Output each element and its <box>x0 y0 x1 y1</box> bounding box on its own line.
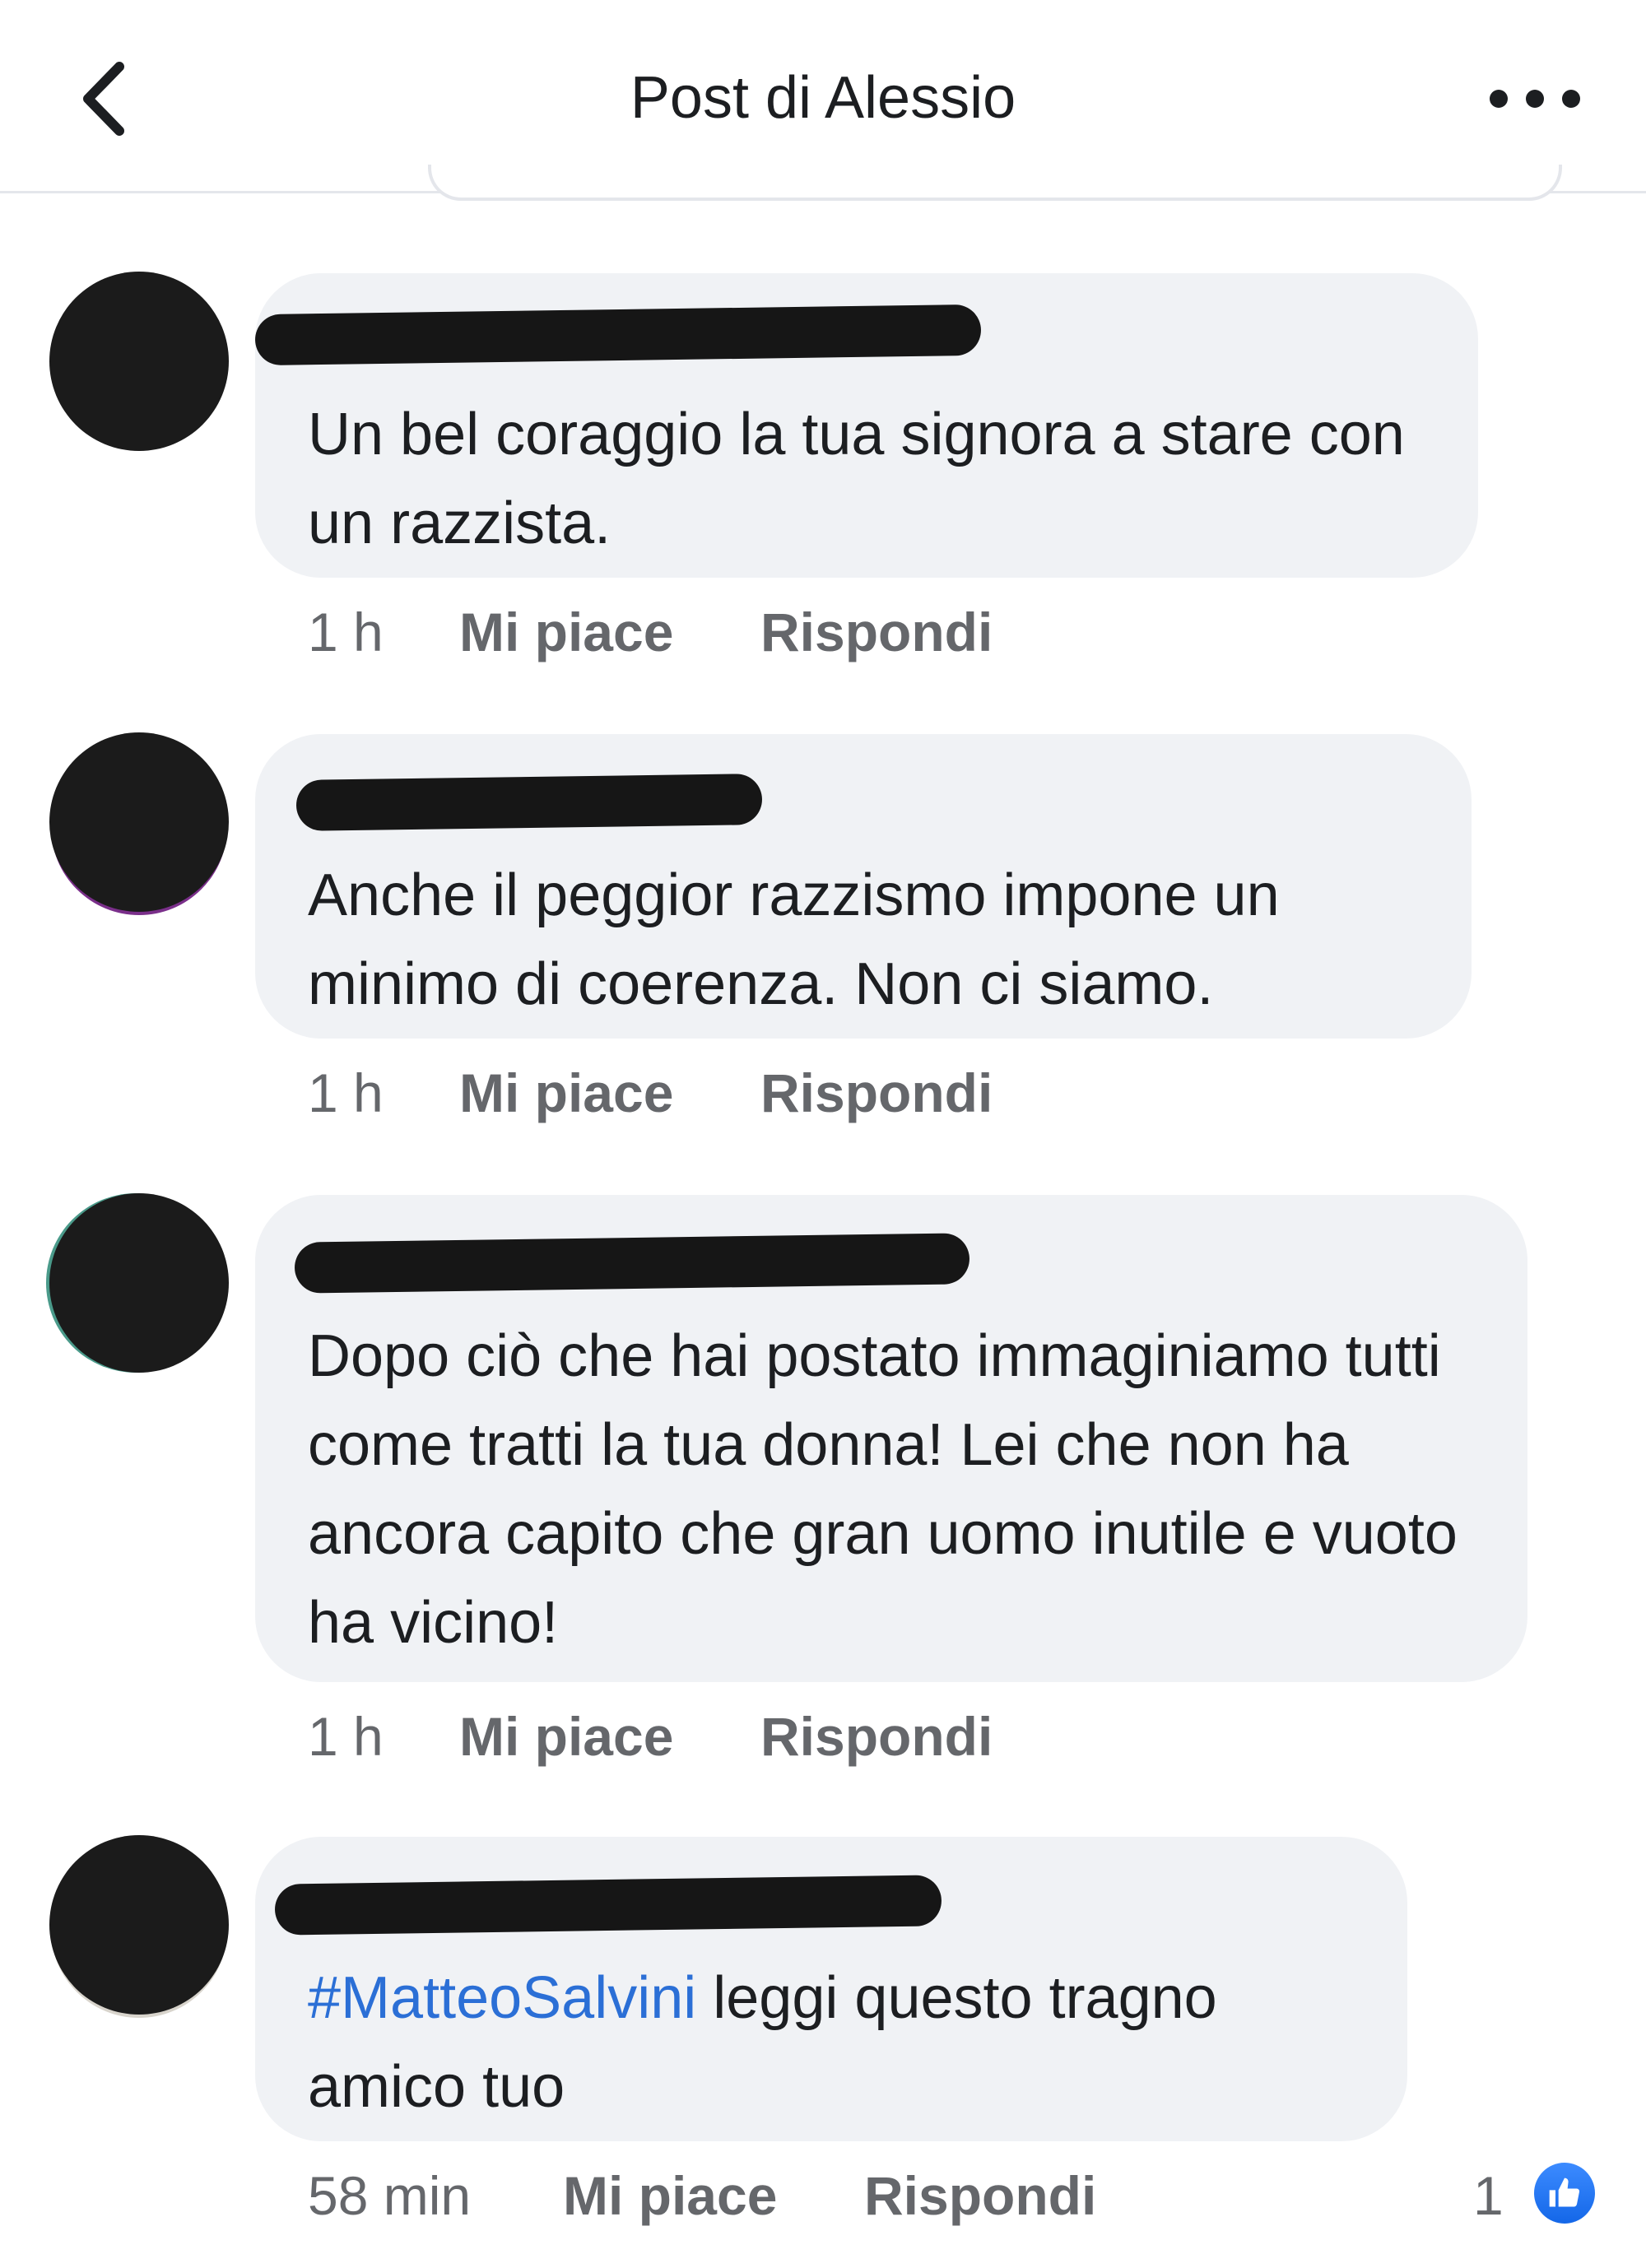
more-options-button[interactable] <box>1490 74 1580 123</box>
comment-text: Dopo ciò che hai postato immaginiamo tut… <box>308 1323 1458 1656</box>
dot-icon <box>1526 90 1544 108</box>
comment-time: 1 h <box>308 602 384 662</box>
comment-bubble[interactable]: #MatteoSalvini leggi questo tragno amico… <box>255 1837 1407 2141</box>
like-button[interactable]: Mi piace <box>459 1062 673 1124</box>
reply-button[interactable]: Rispondi <box>760 601 993 663</box>
like-button[interactable]: Mi piace <box>459 601 673 663</box>
avatar[interactable] <box>49 1835 229 2015</box>
redacted-author-name <box>254 304 982 366</box>
avatar[interactable] <box>49 732 229 912</box>
page-title: Post di Alessio <box>630 65 1016 131</box>
redacted-author-name <box>294 1233 970 1294</box>
previous-content-edge <box>428 165 1562 201</box>
comment-bubble[interactable]: Un bel coraggio la tua signora a stare c… <box>254 273 1478 578</box>
dot-icon <box>1490 90 1508 108</box>
hashtag-link[interactable]: #MatteoSalvini <box>308 1965 696 2031</box>
avatar[interactable] <box>49 272 229 451</box>
comment-time: 58 min <box>308 2165 472 2226</box>
redacted-author-name <box>274 1875 942 1936</box>
comment-time: 1 h <box>308 1062 384 1123</box>
redacted-author-name <box>295 774 763 831</box>
reply-button[interactable]: Rispondi <box>760 1062 993 1124</box>
dot-icon <box>1562 90 1580 108</box>
thumbs-up-glyph <box>1549 2177 1580 2207</box>
comment-text: Un bel coraggio la tua signora a stare c… <box>308 402 1405 556</box>
comment-time: 1 h <box>308 1706 384 1767</box>
comment-text: #MatteoSalvini leggi questo tragno amico… <box>308 1954 1374 2131</box>
reply-button[interactable]: Rispondi <box>864 2164 1096 2227</box>
comment-text: Anche il peggior razzismo impone un mini… <box>308 862 1280 1017</box>
like-button[interactable]: Mi piace <box>459 1705 673 1768</box>
like-button[interactable]: Mi piace <box>563 2164 777 2227</box>
comment-bubble[interactable]: Anche il peggior razzismo impone un mini… <box>255 734 1472 1039</box>
comment-bubble[interactable]: Dopo ciò che hai postato immaginiamo tut… <box>255 1195 1527 1682</box>
reply-button[interactable]: Rispondi <box>760 1705 993 1768</box>
avatar[interactable] <box>49 1193 229 1373</box>
reaction-count[interactable]: 1 <box>1473 2164 1504 2227</box>
thumbs-up-icon[interactable] <box>1534 2163 1595 2224</box>
